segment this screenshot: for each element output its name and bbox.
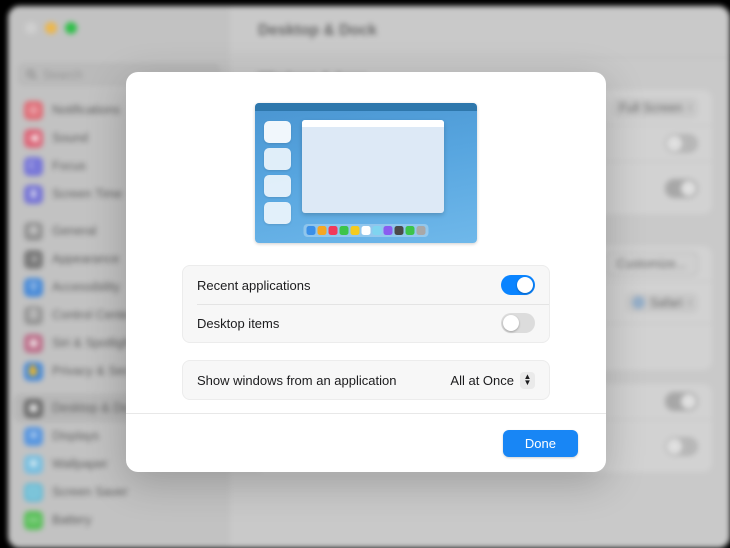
preview-dock-icon: [406, 226, 415, 235]
chevron-updown-icon: ↕: [688, 103, 693, 112]
full-screen-popup[interactable]: Full Screen ↕: [613, 98, 698, 118]
moon-icon: ☾: [24, 157, 43, 176]
sidebar-item-label: Sound: [52, 131, 88, 145]
preview-dock-icon: [307, 226, 316, 235]
sidebar-item-label: General: [52, 224, 96, 238]
show-windows-label: Show windows from an application: [197, 373, 396, 388]
minimize-button-icon[interactable]: [45, 22, 57, 34]
show-windows-card: Show windows from an application All at …: [182, 360, 550, 400]
dialog-footer: Done: [126, 413, 606, 472]
sidebar-item-label: Battery: [52, 513, 92, 527]
bell-icon: ◎: [24, 101, 43, 120]
preview-mini-window: [264, 202, 291, 224]
sidebar-item-label: Control Cente: [52, 308, 129, 322]
row-desktop-items[interactable]: Desktop items: [183, 304, 549, 342]
toggle-settings-card: Recent applications Desktop items: [182, 265, 550, 343]
siri-icon: ◉: [24, 334, 43, 353]
preview-window-titlebar: [302, 120, 444, 127]
wallpaper-icon: ❀: [24, 455, 43, 474]
preview-dock-icon: [351, 226, 360, 235]
gear-icon: ⚙: [24, 222, 43, 241]
preview-dock: [304, 224, 429, 237]
default-browser-popup[interactable]: Safari ↕: [626, 293, 698, 313]
preview-mini-window: [264, 121, 291, 143]
chevron-updown-icon: ↕: [688, 298, 693, 307]
page-title: Desktop & Dock: [258, 22, 377, 40]
bg-toggle-3[interactable]: [665, 392, 698, 411]
desktop-dock-icon: ▣: [24, 399, 43, 418]
done-button[interactable]: Done: [503, 430, 578, 457]
preview-dock-icon: [417, 226, 426, 235]
traffic-lights: [25, 22, 77, 34]
battery-icon: ▭: [24, 511, 43, 530]
row-recent-applications[interactable]: Recent applications: [183, 266, 549, 304]
preview-main-window: [302, 120, 444, 213]
preview-mini-window: [264, 148, 291, 170]
sidebar-item-label: Privacy & Sec: [52, 364, 130, 378]
sidebar-item-label: Displays: [52, 429, 99, 443]
show-windows-popup[interactable]: All at Once ▲▼: [450, 372, 535, 389]
preview-dock-icon: [395, 226, 404, 235]
sidebar-item-label: Desktop & Do: [52, 401, 129, 415]
preview-menubar: [255, 103, 477, 111]
show-windows-value: All at Once: [450, 373, 514, 388]
sidebar-item-label: Appearance: [52, 252, 119, 266]
row-show-windows[interactable]: Show windows from an application All at …: [183, 361, 549, 399]
preview-dock-icon: [329, 226, 338, 235]
screen: Search ◎ Notifications ◀ Sound ☾ Focus ⧗ Screen…: [0, 0, 730, 548]
hourglass-icon: ⧗: [24, 185, 43, 204]
maximize-button-icon[interactable]: [65, 22, 77, 34]
safari-icon: [632, 296, 645, 309]
control-center-icon: ☰: [24, 306, 43, 325]
customize-button[interactable]: Customize...: [605, 252, 698, 276]
hand-icon: ✋: [24, 362, 43, 381]
bg-toggle-4[interactable]: [665, 437, 698, 456]
mission-control-options-dialog: Recent applications Desktop items Show w…: [126, 72, 606, 472]
recent-applications-toggle[interactable]: [501, 275, 535, 295]
bg-toggle-2[interactable]: [665, 179, 698, 198]
title-divider: [230, 57, 730, 58]
sidebar-item-label: Screen Time: [52, 187, 122, 201]
close-button-icon[interactable]: [25, 22, 37, 34]
desktop-items-toggle[interactable]: [501, 313, 535, 333]
sidebar-item-battery[interactable]: ▭ Battery: [14, 506, 224, 534]
default-browser-value: Safari: [650, 296, 683, 310]
sidebar-item-label: Wallpaper: [52, 457, 108, 471]
sidebar-item-label: Accessibility: [52, 280, 120, 294]
display-icon: ☀: [24, 427, 43, 446]
screen-saver-icon: ▢: [24, 483, 43, 502]
chevron-updown-icon: ▲▼: [520, 372, 535, 389]
preview-wrapper: [126, 103, 606, 243]
appearance-icon: ◑: [24, 250, 43, 269]
search-icon: [26, 69, 37, 80]
preview-dock-icon: [318, 226, 327, 235]
sidebar-item-label: Notifications: [52, 103, 120, 117]
sidebar-item-label: Screen Saver: [52, 485, 128, 499]
preview-dock-icon: [362, 226, 371, 235]
search-placeholder: Search: [43, 68, 83, 82]
preview-dock-icon: [373, 226, 382, 235]
bg-toggle-1[interactable]: [665, 134, 698, 153]
sidebar-item-screen-saver[interactable]: ▢ Screen Saver: [14, 478, 224, 506]
desktop-items-label: Desktop items: [197, 316, 279, 331]
preview-dock-icon: [384, 226, 393, 235]
sidebar-item-label: Siri & Spotligh: [52, 336, 131, 350]
full-screen-value: Full Screen: [619, 101, 682, 115]
preview-recent-apps-stack: [264, 121, 291, 224]
speaker-icon: ◀: [24, 129, 43, 148]
accessibility-icon: ⚲: [24, 278, 43, 297]
recent-applications-label: Recent applications: [197, 278, 310, 293]
mission-control-preview: [255, 103, 477, 243]
sidebar-item-label: Focus: [52, 159, 86, 173]
preview-dock-icon: [340, 226, 349, 235]
preview-mini-window: [264, 175, 291, 197]
